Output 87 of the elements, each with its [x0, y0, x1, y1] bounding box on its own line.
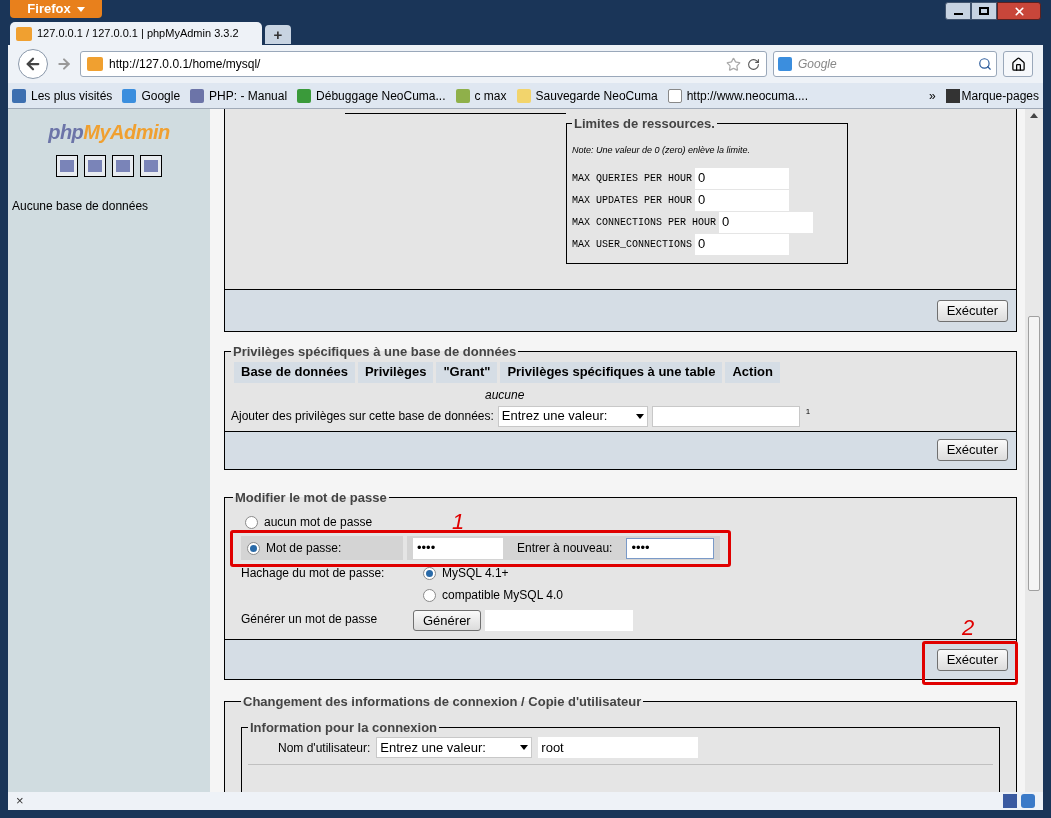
phpmyadmin-logo: phpMyAdmin	[48, 120, 170, 145]
group-legend: Modifier le mot de passe	[233, 487, 389, 507]
dropdown[interactable]: Entrez une valeur:	[376, 737, 533, 758]
star-icon[interactable]	[726, 56, 741, 72]
group-legend: Information pour la connexion	[248, 717, 440, 737]
annotation-number: 1	[452, 508, 465, 536]
close-findbar-button[interactable]: ×	[16, 791, 24, 811]
bookmark-icon	[667, 88, 682, 103]
hashing-option-label: MySQL 4.1+	[442, 565, 509, 582]
close-button[interactable]	[997, 2, 1041, 20]
hashing-label: Hachage du mot de passe:	[241, 565, 386, 582]
close-icon	[1012, 4, 1026, 18]
caret-icon	[520, 745, 529, 750]
bookmark-item[interactable]: Les plus visités	[12, 86, 113, 105]
no-database-text: Aucune base de données	[12, 198, 149, 215]
search-field[interactable]: Google	[773, 51, 997, 77]
back-button[interactable]	[18, 49, 48, 79]
radio-button[interactable]	[245, 515, 258, 529]
column-header: Privilèges spécifiques à une table	[500, 361, 723, 383]
limit-input[interactable]: 0	[695, 167, 790, 189]
retype-label: Entrer à nouveau:	[517, 540, 613, 557]
column-header: Base de données	[234, 361, 355, 383]
execute-button[interactable]: Exécuter	[936, 299, 1008, 322]
password-input[interactable]: ••••	[413, 537, 503, 559]
bookmark-item[interactable]: c max	[455, 86, 507, 105]
column-header: "Grant"	[436, 361, 498, 383]
footnote-mark: 1	[805, 405, 811, 418]
generated-password-input[interactable]	[484, 610, 633, 631]
home-button[interactable]	[1003, 51, 1033, 77]
group-legend: Limites de ressources.	[572, 114, 717, 134]
bookmark-item[interactable]: http://www.neocuma....	[667, 86, 808, 105]
scrollbar-thumb[interactable]	[1028, 316, 1040, 591]
retype-password-input[interactable]: ••••	[626, 537, 715, 559]
bookmarks-menu-button[interactable]: Marque-pages	[945, 86, 1039, 105]
note-text: Note: Une valeur de 0 (zero) enlève la limite.	[572, 143, 752, 157]
group-legend: Privilèges spécifiques à une base de données	[231, 342, 519, 362]
username-label: Nom d'utilisateur:	[278, 739, 371, 757]
reload-icon[interactable]	[747, 57, 760, 71]
bookmark-item[interactable]: Sauvegarde NeoCuma	[516, 86, 658, 105]
scroll-up-icon	[1030, 113, 1038, 118]
limit-label: MAX CONNECTIONS PER HOUR	[572, 215, 718, 230]
minimize-button[interactable]	[945, 2, 971, 20]
generate-label: Générer un mot de passe	[241, 611, 379, 628]
group-legend: Changement des informations de connexion / Copie d'utilisateur	[241, 692, 644, 712]
browser-tab[interactable]: 127.0.0.1 / 127.0.0.1 | phpMyAdmin 3.3.2	[10, 22, 262, 45]
bookmark-item[interactable]: Google	[122, 86, 181, 105]
option-label: aucun mot de passe	[264, 514, 373, 531]
bookmark-item[interactable]: Débuggage NeoCuma...	[297, 86, 446, 105]
radio-button[interactable]	[247, 541, 260, 555]
bookmark-item[interactable]: PHP: - Manual	[190, 86, 288, 105]
addon-icon	[1003, 794, 1017, 808]
url-field[interactable]: http://127.0.0.1/home/mysql/	[80, 51, 767, 77]
username-input[interactable]: root	[538, 737, 699, 758]
limit-input[interactable]: 0	[695, 233, 790, 255]
generate-button[interactable]: Générer	[413, 610, 481, 631]
search-icon[interactable]	[978, 57, 992, 71]
execute-button[interactable]: Exécuter	[936, 648, 1008, 671]
text-input[interactable]	[651, 405, 800, 427]
forward-arrow-icon	[56, 56, 72, 72]
limit-label: MAX QUERIES PER HOUR	[572, 171, 694, 186]
chat-bubble-icon	[1021, 794, 1035, 808]
bookmark-icon	[122, 88, 137, 103]
caret-icon	[76, 6, 85, 12]
password-option-cell: Mot de passe:	[241, 536, 403, 560]
bookmark-icon	[516, 88, 531, 103]
column-header: Action	[725, 361, 780, 383]
radio-button[interactable]	[423, 588, 436, 602]
new-tab-button[interactable]: +	[265, 25, 291, 44]
bookmark-icon	[297, 88, 312, 103]
limit-input[interactable]: 0	[719, 211, 814, 233]
column-header: Privilèges	[357, 361, 434, 383]
bookmark-icon	[12, 88, 26, 103]
dropdown[interactable]: Entrez une valeur:	[497, 405, 648, 427]
more-bookmarks-button[interactable]: »	[928, 86, 936, 105]
limit-input[interactable]: 0	[695, 189, 790, 211]
limit-label: MAX USER_CONNECTIONS	[572, 237, 694, 252]
add-privileges-label: Ajouter des privilèges sur cette base de données:	[231, 408, 494, 425]
bookmark-icon	[455, 88, 470, 103]
bookmark-icon	[190, 88, 205, 103]
bookmark-icon	[778, 57, 792, 71]
maximize-button[interactable]	[971, 2, 997, 20]
limit-label: MAX UPDATES PER HOUR	[572, 193, 694, 208]
hashing-option-label: compatible MySQL 4.0	[442, 587, 563, 604]
caret-icon	[635, 413, 644, 419]
empty-text: aucune	[485, 386, 526, 404]
annotation-number: 2	[962, 614, 975, 642]
execute-button[interactable]: Exécuter	[936, 439, 1008, 461]
